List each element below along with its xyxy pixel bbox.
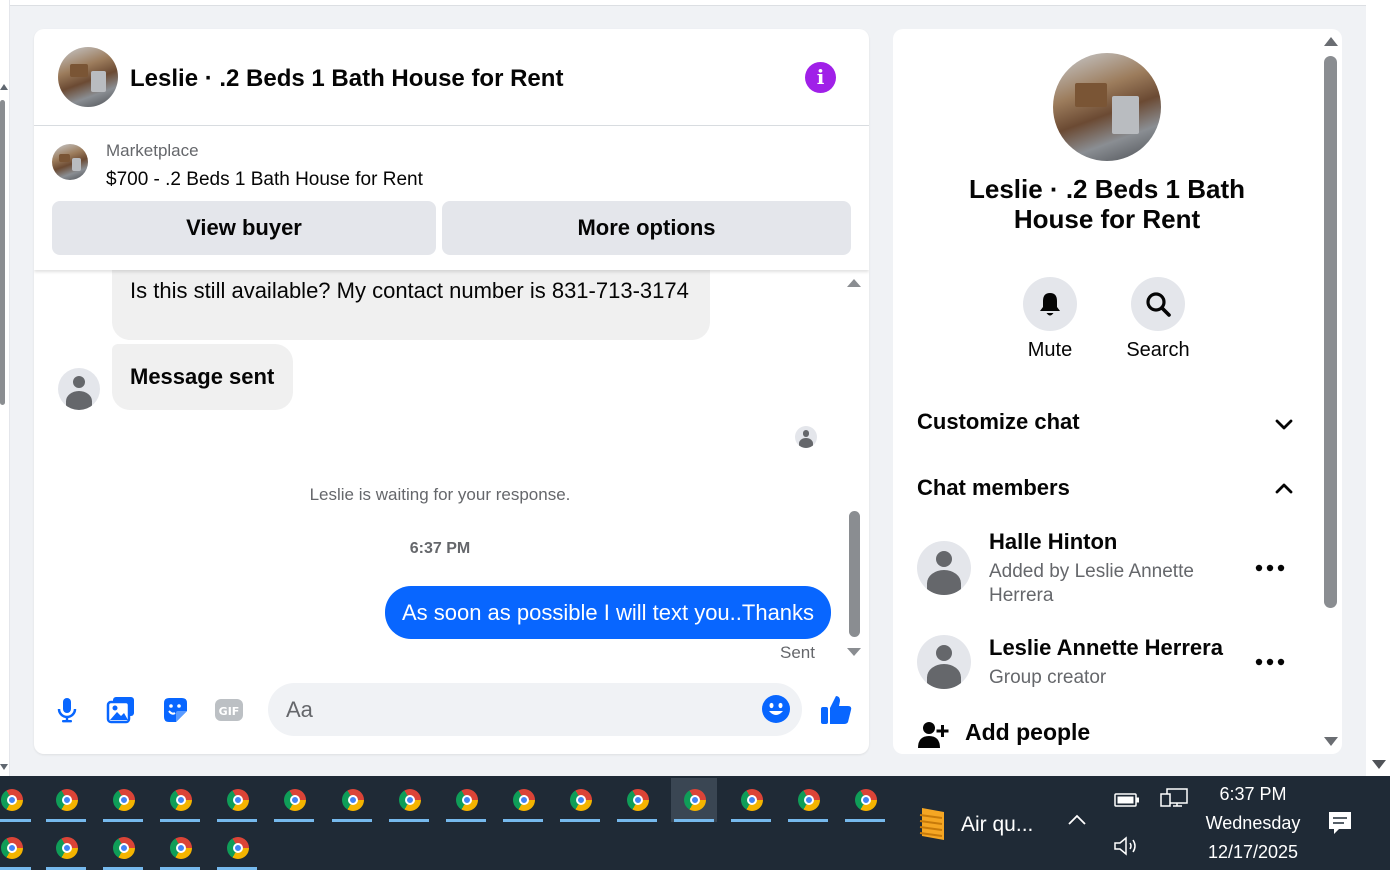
left-panel-edge [0, 0, 10, 776]
page-scrollbar[interactable] [1366, 0, 1390, 776]
add-person-icon[interactable] [917, 719, 949, 749]
bell-icon [1040, 293, 1060, 316]
info-icon[interactable]: i [805, 62, 836, 93]
group-photo[interactable] [1053, 53, 1161, 161]
outgoing-message[interactable]: As soon as possible I will text you..Tha… [385, 586, 831, 639]
details-scroll-up-arrow[interactable] [1324, 37, 1338, 46]
more-options-button[interactable]: More options [442, 201, 851, 255]
taskbar: Air qu... 6:37 PM Wednesday 12/17/2025 [0, 776, 1390, 870]
chrome-icon[interactable] [614, 778, 660, 822]
chrome-icon[interactable] [386, 778, 432, 822]
chat-title[interactable]: Leslie · .2 Beds 1 Bath House for Rent [130, 65, 563, 93]
chrome-icon[interactable] [557, 778, 603, 822]
message-input[interactable] [268, 683, 802, 736]
details-scroll-down-arrow[interactable] [1324, 737, 1338, 746]
chevron-down-icon[interactable] [1273, 413, 1295, 435]
chrome-icon[interactable] [271, 778, 317, 822]
read-receipt-avatar [795, 426, 817, 448]
notification-icon[interactable] [1327, 810, 1353, 836]
chrome-icon[interactable] [43, 778, 89, 822]
chat-members-header[interactable]: Chat members [917, 475, 1070, 501]
more-icon[interactable] [1255, 563, 1285, 573]
search-button[interactable] [1131, 277, 1185, 331]
marketplace-banner: Marketplace $700 - .2 Beds 1 Bath House … [34, 126, 869, 270]
weather-widget-text[interactable]: Air qu... [961, 813, 1033, 837]
chrome-icon[interactable] [214, 826, 260, 870]
details-title: Leslie · .2 Beds 1 Bath House for Rent [969, 174, 1245, 234]
sender-avatar[interactable] [58, 368, 100, 410]
chrome-icon[interactable] [671, 778, 718, 822]
chrome-icon[interactable] [214, 778, 260, 822]
air-quality-icon[interactable] [916, 806, 948, 842]
clock-time[interactable]: 6:37 PM [1200, 784, 1306, 805]
chrome-icon[interactable] [100, 778, 146, 822]
thumbs-up-icon[interactable] [819, 693, 853, 727]
left-scroll-down-arrow[interactable] [0, 764, 8, 770]
svg-text:GIF: GIF [219, 705, 240, 718]
member-subtitle: Added by Leslie Annette Herrera [989, 561, 1194, 606]
member-name[interactable]: Leslie Annette Herrera [989, 635, 1223, 661]
chevron-up-icon[interactable] [1273, 477, 1295, 499]
search-label: Search [1126, 339, 1190, 361]
search-icon [1146, 292, 1171, 317]
gif-icon[interactable]: GIF [214, 695, 244, 725]
chrome-icon[interactable] [329, 778, 375, 822]
chrome-icon[interactable] [43, 826, 89, 870]
volume-icon[interactable] [1112, 834, 1140, 858]
mute-label: Mute [1027, 339, 1073, 361]
chrome-icon[interactable] [785, 778, 831, 822]
clock-date[interactable]: 12/17/2025 [1200, 842, 1306, 863]
chrome-icon[interactable] [728, 778, 774, 822]
details-scrollbar-thumb[interactable] [1324, 56, 1337, 608]
chat-details-panel: Leslie · .2 Beds 1 Bath House for Rent M… [893, 29, 1342, 754]
chat-panel: Leslie · .2 Beds 1 Bath House for Rent i… [34, 29, 869, 754]
member-avatar[interactable] [917, 541, 971, 595]
chrome-icon[interactable] [0, 778, 34, 822]
more-icon[interactable] [1255, 657, 1285, 667]
photo-icon[interactable] [106, 695, 136, 725]
message-list: Is this still available? My contact numb… [34, 270, 869, 668]
listing-thumbnail[interactable] [52, 144, 88, 180]
chrome-icon[interactable] [443, 778, 489, 822]
chrome-icon[interactable] [157, 778, 203, 822]
message-scroll-up-arrow[interactable] [847, 279, 861, 287]
page-scroll-down-arrow[interactable] [1372, 760, 1386, 769]
message-scrollbar-thumb[interactable] [849, 511, 860, 637]
sent-status: Sent [780, 643, 815, 662]
page-top-strip [0, 0, 1366, 6]
incoming-message[interactable]: Message sent [112, 344, 293, 410]
add-people-button[interactable]: Add people [965, 719, 1090, 746]
chevron-up-icon[interactable] [1066, 812, 1088, 828]
chrome-icon[interactable] [842, 778, 888, 822]
listing-title[interactable]: $700 - .2 Beds 1 Bath House for Rent [106, 169, 423, 191]
chat-header: Leslie · .2 Beds 1 Bath House for Rent i [34, 29, 869, 126]
chat-avatar[interactable] [58, 47, 118, 107]
chrome-icon[interactable] [500, 778, 546, 822]
customize-chat-header[interactable]: Customize chat [917, 409, 1080, 435]
incoming-message[interactable]: Is this still available? My contact numb… [112, 270, 710, 340]
member-avatar[interactable] [917, 635, 971, 689]
view-buyer-button[interactable]: View buyer [52, 201, 436, 255]
clock-day[interactable]: Wednesday [1200, 813, 1306, 834]
message-composer: GIF [34, 679, 869, 739]
emoji-icon[interactable] [761, 694, 791, 724]
network-icon[interactable] [1160, 788, 1188, 810]
waiting-notice: Leslie is waiting for your response. [309, 485, 571, 504]
member-subtitle: Group creator [989, 667, 1107, 688]
time-separator: 6:37 PM [409, 540, 471, 557]
microphone-icon[interactable] [52, 695, 82, 725]
chrome-icon[interactable] [100, 826, 146, 870]
left-scroll-up-arrow[interactable] [0, 84, 8, 90]
battery-icon[interactable] [1114, 792, 1140, 808]
chrome-icon[interactable] [157, 826, 203, 870]
message-scroll-down-arrow[interactable] [847, 648, 861, 656]
chrome-icon[interactable] [0, 826, 34, 870]
sticker-icon[interactable] [160, 695, 190, 725]
left-scrollbar-thumb[interactable] [0, 100, 5, 405]
marketplace-label: Marketplace [106, 141, 199, 160]
mute-button[interactable] [1023, 277, 1077, 331]
member-name[interactable]: Halle Hinton [989, 529, 1117, 555]
